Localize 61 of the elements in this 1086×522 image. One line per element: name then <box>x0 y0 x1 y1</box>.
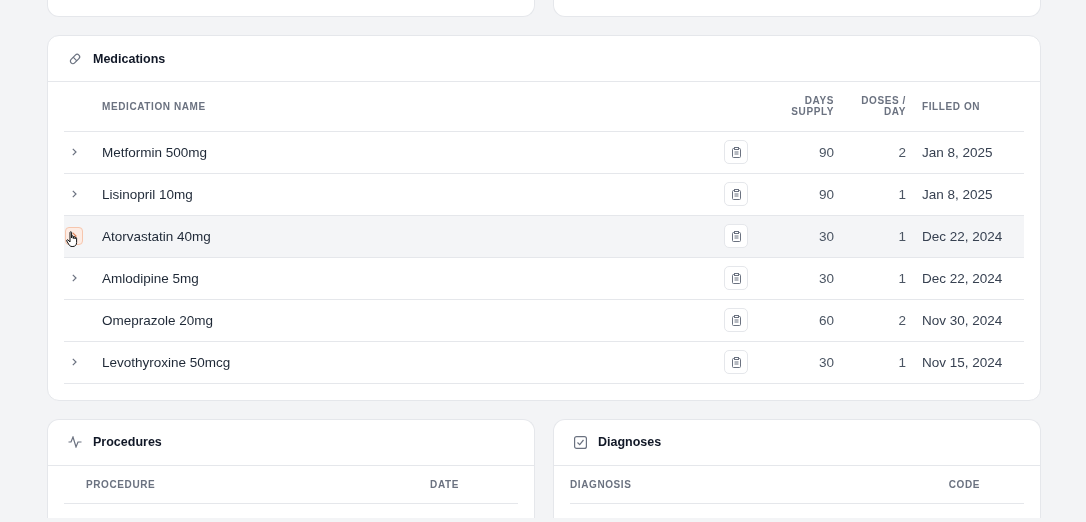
days-supply: 60 <box>764 299 834 341</box>
chevron-right-icon <box>71 148 77 156</box>
clipboard-button[interactable] <box>724 266 748 290</box>
doses-per-day: 1 <box>834 215 906 257</box>
doses-per-day: 2 <box>834 299 906 341</box>
column-header: DOSES / DAY <box>834 82 906 131</box>
days-supply: 30 <box>764 257 834 299</box>
card-title: Diagnoses <box>598 435 662 449</box>
column-header: MEDICATION NAME <box>102 82 724 131</box>
column-header: DATE <box>430 478 460 490</box>
clipboard-icon <box>731 188 741 200</box>
clipboard-button[interactable] <box>724 350 748 374</box>
filled-on-date: Jan 8, 2025 <box>906 173 1024 215</box>
filled-on-date: Dec 22, 2024 <box>906 215 1024 257</box>
clipboard-icon <box>731 146 741 158</box>
card-title: Procedures <box>93 435 162 449</box>
days-supply: 30 <box>764 341 834 383</box>
column-header: PROCEDURE <box>85 478 156 490</box>
clipboard-button[interactable] <box>724 308 748 332</box>
days-supply: 90 <box>764 131 834 173</box>
medication-name: Metformin 500mg <box>102 131 724 173</box>
clipboard-button[interactable] <box>724 140 748 164</box>
medication-name: Atorvastatin 40mg <box>102 215 724 257</box>
medication-name: Levothyroxine 50mcg <box>102 341 724 383</box>
doses-per-day: 1 <box>834 341 906 383</box>
medication-name: Omeprazole 20mg <box>102 299 724 341</box>
doses-per-day: 1 <box>834 257 906 299</box>
checkbox-icon <box>574 435 587 449</box>
pill-icon <box>68 51 82 66</box>
filled-on-date: Dec 22, 2024 <box>906 257 1024 299</box>
filled-on-date: Nov 30, 2024 <box>906 299 1024 341</box>
activity-icon <box>68 436 82 448</box>
card-title: Medications <box>93 51 166 66</box>
table-row[interactable]: Lisinopril 10mg 90 1 Jan 8, 2025 <box>64 173 1024 215</box>
days-supply: 30 <box>764 215 834 257</box>
clipboard-icon <box>731 272 741 284</box>
doses-per-day: 2 <box>834 131 906 173</box>
column-header: FILLED ON <box>906 82 1024 131</box>
table-row[interactable]: Metformin 500mg 90 2 Jan 8, 2025 <box>64 131 1024 173</box>
filled-on-date: Nov 15, 2024 <box>906 341 1024 383</box>
column-header: DAYS SUPPLY <box>764 82 834 131</box>
chevron-right-icon <box>71 358 77 366</box>
hand-cursor-icon <box>66 231 80 248</box>
table-row[interactable]: Levothyroxine 50mcg 30 1 Nov 15, 2024 <box>64 341 1024 383</box>
chevron-right-icon <box>71 274 77 282</box>
table-row[interactable]: Omeprazole 20mg 60 2 Nov 30, 2024 <box>64 299 1024 341</box>
table-row[interactable]: Amlodipine 5mg 30 1 Dec 22, 2024 <box>64 257 1024 299</box>
days-supply: 90 <box>764 173 834 215</box>
clipboard-button[interactable] <box>724 224 748 248</box>
clipboard-button[interactable] <box>724 182 748 206</box>
filled-on-date: Jan 8, 2025 <box>906 131 1024 173</box>
chevron-right-icon <box>71 190 77 198</box>
medication-name: Lisinopril 10mg <box>102 173 724 215</box>
clipboard-icon <box>731 356 741 368</box>
table-row[interactable]: Atorvastatin 40mg 30 1 Dec 22, 2024 <box>64 215 1024 257</box>
clipboard-icon <box>731 230 741 242</box>
medication-name: Amlodipine 5mg <box>102 257 724 299</box>
doses-per-day: 1 <box>834 173 906 215</box>
column-header: DIAGNOSIS <box>570 478 632 490</box>
column-header: CODE <box>948 478 981 490</box>
clipboard-icon <box>731 314 741 326</box>
